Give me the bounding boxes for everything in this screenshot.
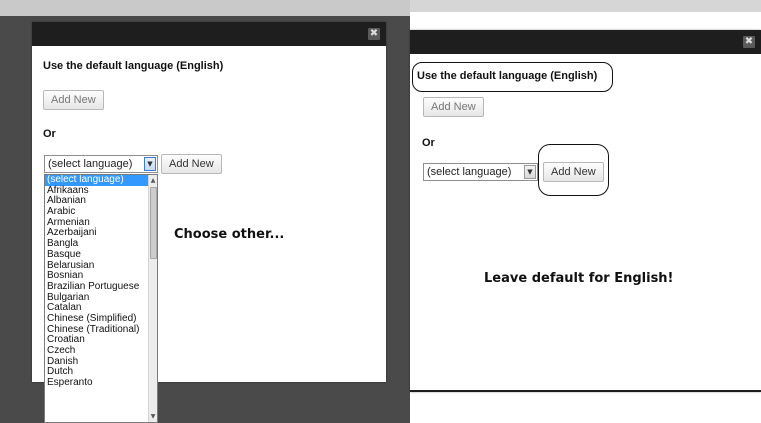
- default-language-heading: Use the default language (English): [417, 70, 598, 82]
- dialog-title-bar: ✖: [32, 22, 386, 46]
- dropdown-scrollbar[interactable]: ▲ ▼: [148, 175, 157, 422]
- scroll-down-icon[interactable]: ▼: [149, 412, 157, 421]
- language-dialog-right: ✖ Use the default language (English) Add…: [410, 30, 761, 392]
- add-new-language-button[interactable]: Add New: [543, 162, 604, 182]
- backdrop-top-strip: [0, 0, 410, 16]
- add-new-default-button[interactable]: Add New: [43, 90, 104, 110]
- dropdown-option[interactable]: Basque: [45, 249, 157, 261]
- language-select-value: (select language): [48, 158, 133, 170]
- dropdown-option[interactable]: Esperanto: [45, 377, 157, 389]
- default-language-heading: Use the default language (English): [43, 60, 224, 72]
- or-label: Or: [422, 137, 435, 149]
- chevron-down-icon[interactable]: ▼: [144, 157, 156, 171]
- language-dropdown-list[interactable]: (select language) Afrikaans Albanian Arabic…: [44, 174, 158, 423]
- close-icon[interactable]: ✖: [743, 36, 755, 48]
- scroll-up-icon[interactable]: ▲: [149, 176, 157, 185]
- scroll-thumb[interactable]: [150, 187, 157, 259]
- dropdown-option[interactable]: Brazilian Portuguese: [45, 281, 157, 293]
- or-label: Or: [43, 128, 56, 140]
- dialog-title-bar-right: ✖: [410, 30, 761, 54]
- annotation-choose-other: Choose other...: [174, 227, 285, 242]
- close-icon[interactable]: ✖: [368, 28, 380, 40]
- add-new-default-button[interactable]: Add New: [423, 97, 484, 117]
- add-new-language-button[interactable]: Add New: [161, 154, 222, 174]
- language-select-value: (select language): [427, 166, 512, 178]
- annotation-leave-default: Leave default for English!: [484, 271, 674, 286]
- language-select[interactable]: (select language) ▼: [423, 163, 538, 181]
- right-top-strip: [410, 0, 761, 12]
- chevron-down-icon[interactable]: ▼: [524, 165, 536, 179]
- language-select[interactable]: (select language) ▼: [44, 155, 158, 173]
